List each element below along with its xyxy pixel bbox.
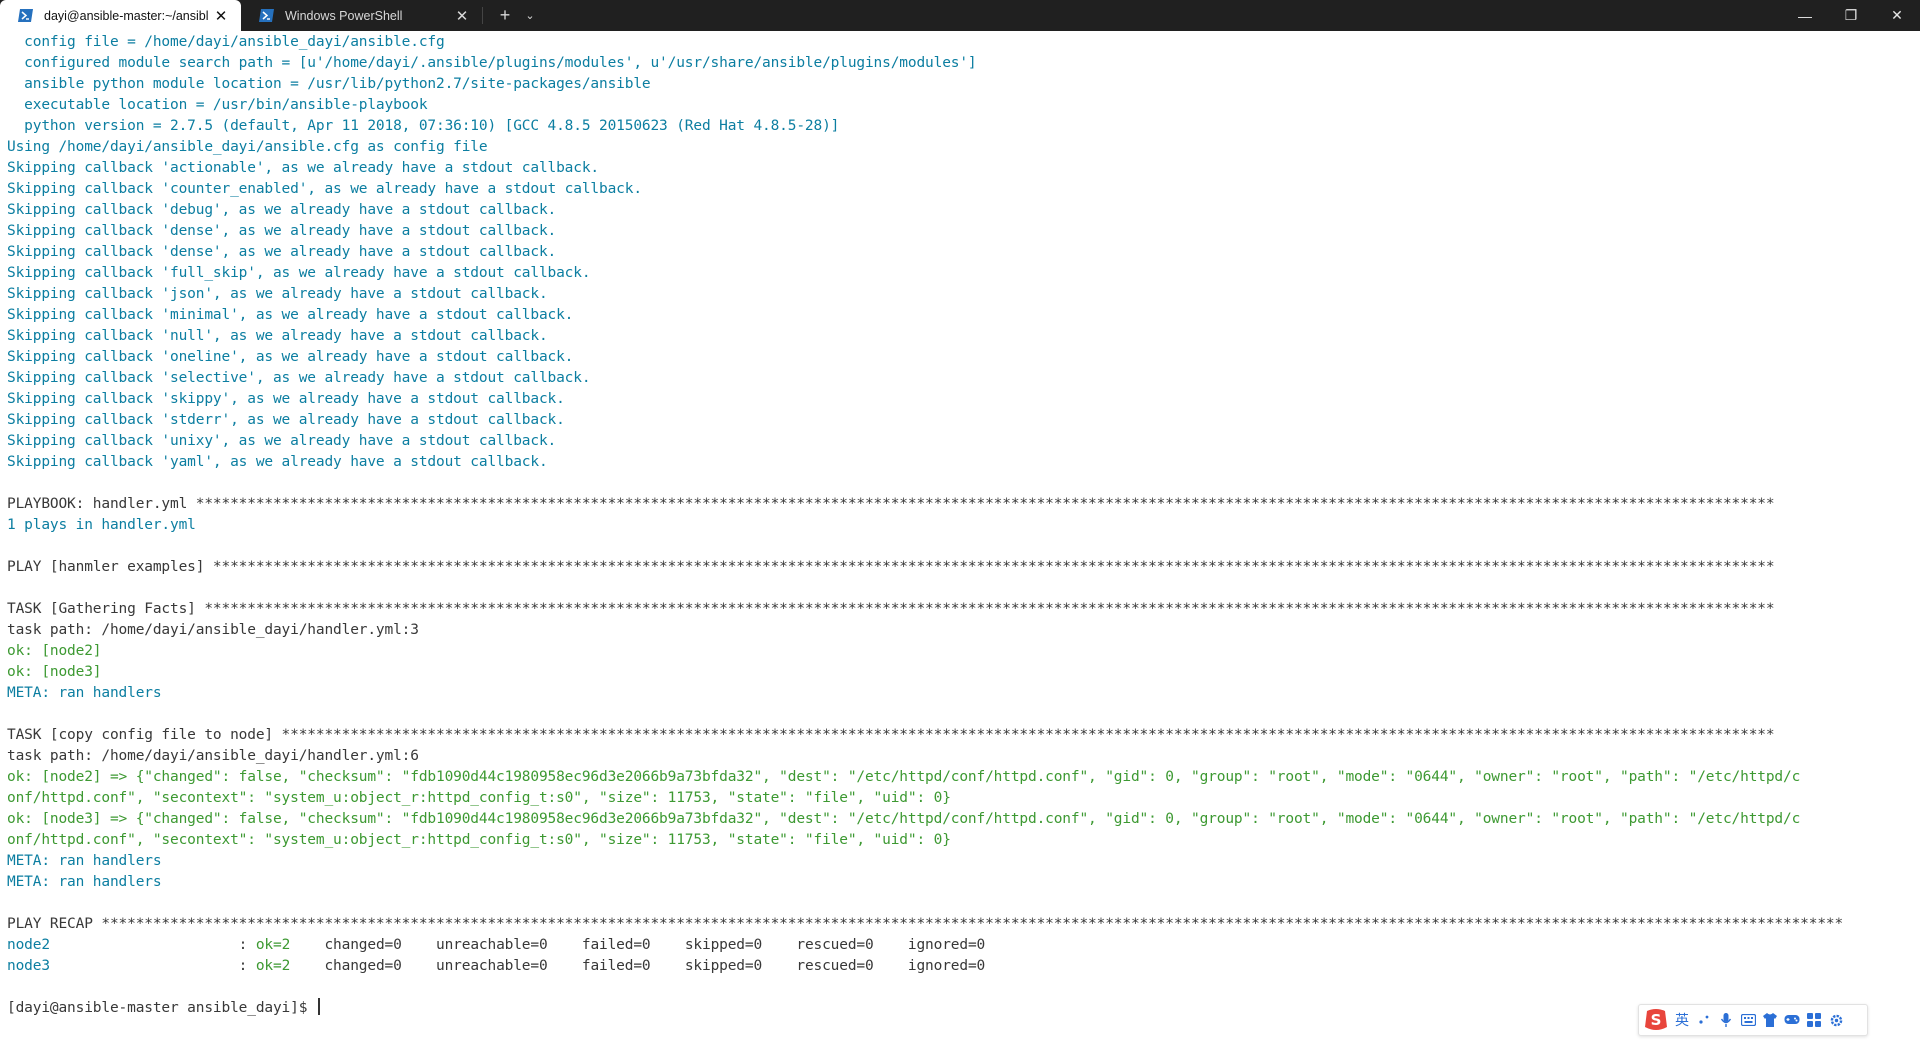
terminal-line: PLAY RECAP *****************************… — [7, 916, 1844, 932]
powershell-icon — [18, 9, 33, 22]
close-window-button[interactable]: ✕ — [1874, 0, 1920, 31]
tab-ansible-master[interactable]: dayi@ansible-master:~/ansibl ✕ — [0, 0, 241, 31]
terminal-line: META: ran handlers — [7, 685, 162, 701]
maximize-button[interactable]: ❐ — [1828, 0, 1874, 31]
keyboard-icon[interactable] — [1737, 1006, 1759, 1034]
tab-actions: + ⌄ — [491, 0, 541, 31]
terminal-line: Skipping callback 'skippy', as we alread… — [7, 391, 565, 407]
drag-area[interactable] — [541, 0, 1782, 31]
terminal-line: ok: [node3] => {"changed": false, "check… — [7, 811, 1801, 827]
terminal-line: Skipping callback 'oneline', as we alrea… — [7, 349, 574, 365]
terminal-line: Skipping callback 'debug', as we already… — [7, 202, 557, 218]
terminal-line: Skipping callback 'json', as we already … — [7, 286, 548, 302]
prompt-text: [dayi@ansible-master ansible_dayi]$ — [7, 1000, 316, 1016]
terminal-line: Skipping callback 'yaml', as we already … — [7, 454, 548, 470]
terminal-line: PLAY [hanmler examples] ****************… — [7, 559, 1775, 575]
recap-host: node2 — [7, 937, 239, 953]
shell-prompt[interactable]: [dayi@ansible-master ansible_dayi]$ — [7, 998, 320, 1019]
terminal-line: Skipping callback 'counter_enabled', as … — [7, 181, 642, 197]
tab-label: dayi@ansible-master:~/ansibl — [44, 8, 209, 23]
terminal-line: ansible python module location = /usr/li… — [7, 76, 651, 92]
ime-toolbar[interactable]: S 英 — [1638, 1004, 1868, 1036]
recap-ok: ok=2 — [255, 937, 291, 953]
tab-windows-powershell[interactable]: Windows PowerShell ✕ — [241, 0, 482, 31]
game-icon[interactable] — [1781, 1006, 1803, 1034]
recap-host: node3 — [7, 958, 239, 974]
terminal-line: python version = 2.7.5 (default, Apr 11 … — [7, 118, 840, 134]
recap-row: node3 : ok=2 changed=0 unreachable=0 fai… — [7, 956, 985, 977]
recap-separator: : — [238, 958, 256, 974]
chevron-down-icon[interactable]: ⌄ — [519, 0, 541, 31]
terminal-line: PLAYBOOK: handler.yml ******************… — [7, 496, 1775, 512]
skin-icon[interactable] — [1759, 1006, 1781, 1034]
terminal-line: TASK [Gathering Facts] *****************… — [7, 601, 1775, 617]
svg-text:S: S — [1651, 1011, 1662, 1029]
punctuation-icon[interactable] — [1693, 1006, 1715, 1034]
terminal-line: 1 plays in handler.yml — [7, 517, 196, 533]
terminal-line: task path: /home/dayi/ansible_dayi/handl… — [7, 622, 419, 638]
recap-stats: changed=0 unreachable=0 failed=0 skipped… — [290, 958, 986, 974]
terminal-line: ok: [node3] — [7, 664, 102, 680]
terminal-line: Skipping callback 'dense', as we already… — [7, 223, 557, 239]
terminal-line: Skipping callback 'actionable', as we al… — [7, 160, 600, 176]
tab-close-icon[interactable]: ✕ — [452, 6, 472, 26]
recap-stats: changed=0 unreachable=0 failed=0 skipped… — [290, 937, 986, 953]
tab-label: Windows PowerShell — [285, 8, 403, 23]
terminal-line: task path: /home/dayi/ansible_dayi/handl… — [7, 748, 419, 764]
language-toggle[interactable]: 英 — [1671, 1006, 1693, 1034]
terminal-line: Skipping callback 'unixy', as we already… — [7, 433, 557, 449]
terminal-line: TASK [copy config file to node] ********… — [7, 727, 1775, 743]
title-bar: dayi@ansible-master:~/ansibl ✕ Windows P… — [0, 0, 1920, 31]
terminal-line: executable location = /usr/bin/ansible-p… — [7, 97, 428, 113]
terminal-line: Using /home/dayi/ansible_dayi/ansible.cf… — [7, 139, 488, 155]
terminal-output[interactable]: config file = /home/dayi/ansible_dayi/an… — [0, 31, 1920, 1042]
recap-separator: : — [238, 937, 256, 953]
terminal-line: META: ran handlers — [7, 853, 162, 869]
terminal-line: config file = /home/dayi/ansible_dayi/an… — [7, 34, 445, 50]
text-cursor — [317, 998, 320, 1015]
terminal-line: configured module search path = [u'/home… — [7, 55, 977, 71]
toolbox-icon[interactable] — [1803, 1006, 1825, 1034]
terminal-line: Skipping callback 'null', as we already … — [7, 328, 548, 344]
terminal-line: Skipping callback 'minimal', as we alrea… — [7, 307, 574, 323]
terminal-line: onf/httpd.conf", "secontext": "system_u:… — [7, 832, 951, 848]
new-tab-button[interactable]: + — [491, 0, 519, 31]
recap-ok: ok=2 — [255, 958, 291, 974]
settings-icon[interactable] — [1825, 1006, 1847, 1034]
terminal-line: META: ran handlers — [7, 874, 162, 890]
tab-separator — [482, 7, 483, 24]
microphone-icon[interactable] — [1715, 1006, 1737, 1034]
terminal-line: ok: [node2] — [7, 643, 102, 659]
sogou-logo-icon[interactable]: S — [1641, 1006, 1671, 1034]
terminal-line: Skipping callback 'selective', as we alr… — [7, 370, 591, 386]
terminal-line: ok: [node2] => {"changed": false, "check… — [7, 769, 1801, 785]
powershell-icon — [259, 9, 274, 22]
tab-close-icon[interactable]: ✕ — [211, 6, 231, 26]
terminal-line: Skipping callback 'full_skip', as we alr… — [7, 265, 591, 281]
minimize-button[interactable]: — — [1782, 0, 1828, 31]
terminal-line: onf/httpd.conf", "secontext": "system_u:… — [7, 790, 951, 806]
recap-row: node2 : ok=2 changed=0 unreachable=0 fai… — [7, 935, 985, 956]
terminal-line: Skipping callback 'dense', as we already… — [7, 244, 557, 260]
terminal-line: Skipping callback 'stderr', as we alread… — [7, 412, 565, 428]
